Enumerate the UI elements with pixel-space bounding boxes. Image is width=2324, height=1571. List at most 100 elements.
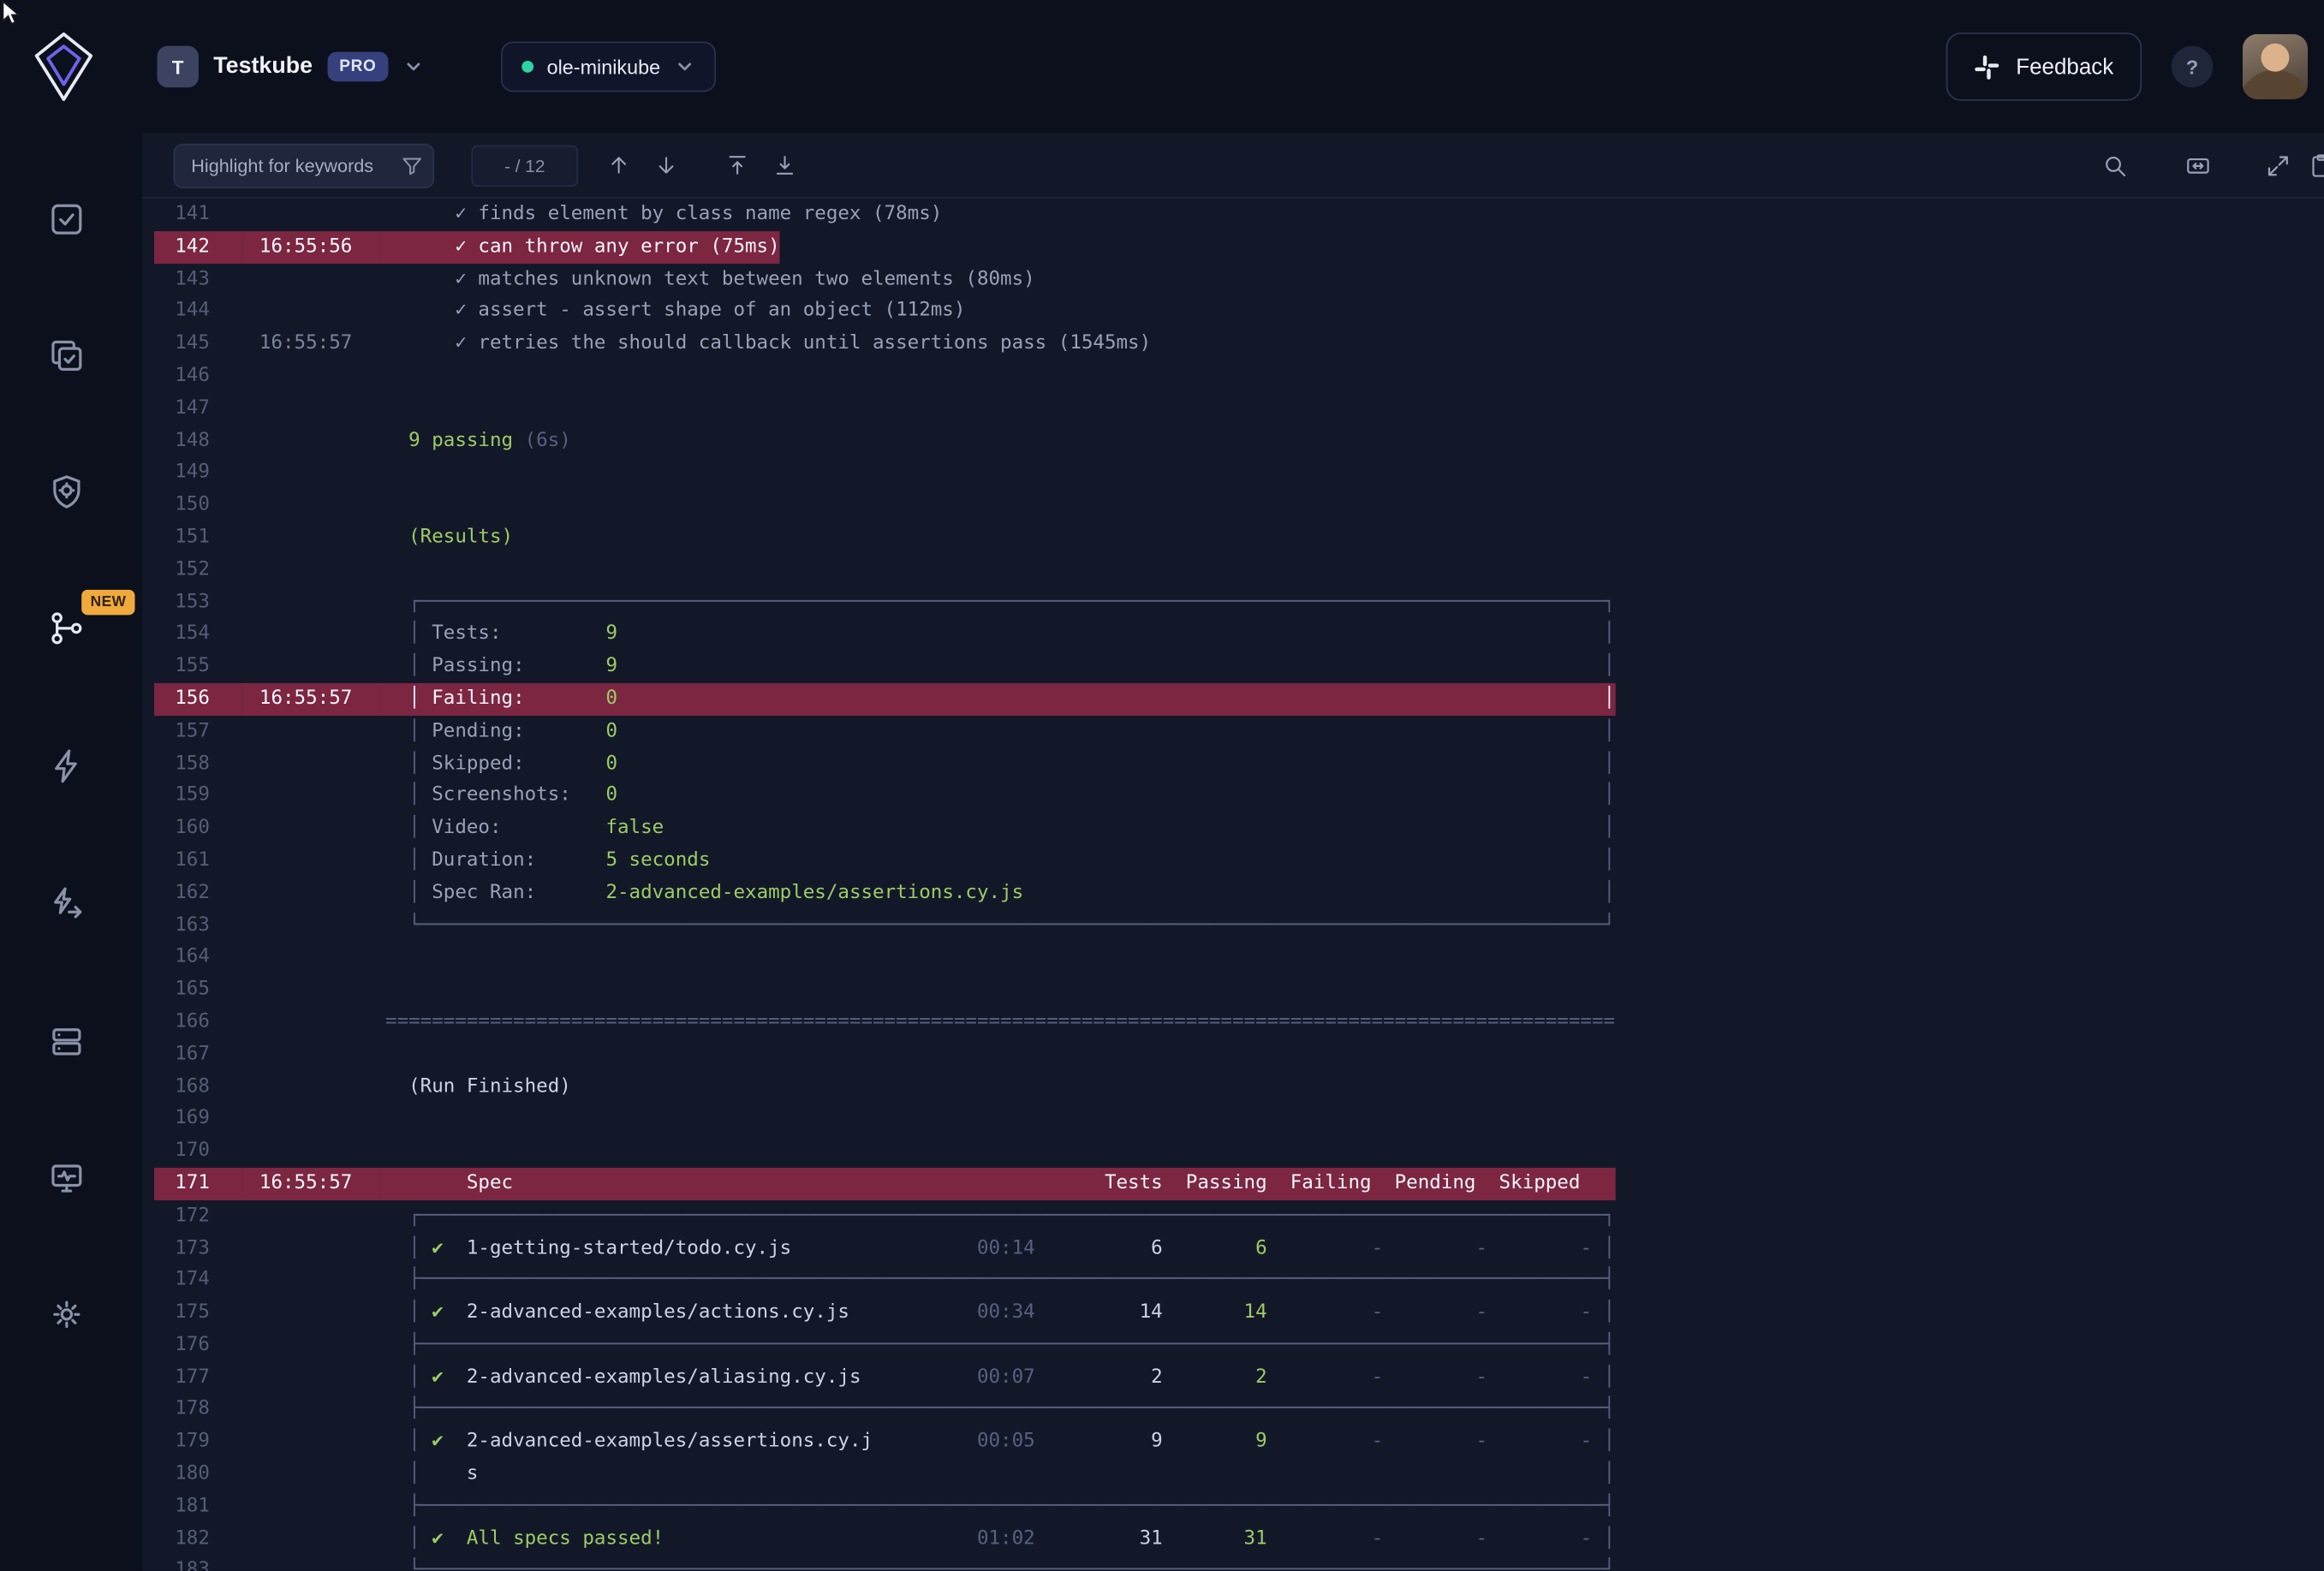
line-number[interactable]: 155 bbox=[154, 651, 243, 683]
log-line[interactable]: 14216:55:56 ✓ can throw any error (75ms) bbox=[154, 231, 2324, 264]
sidebar-item-triggers[interactable] bbox=[31, 730, 102, 801]
search-button[interactable] bbox=[2097, 148, 2133, 184]
log-line[interactable]: 179 │ ✔ 2-advanced-examples/assertions.c… bbox=[154, 1426, 2324, 1459]
fullscreen-button[interactable] bbox=[2261, 148, 2297, 184]
line-number[interactable]: 151 bbox=[154, 521, 243, 554]
line-number[interactable]: 178 bbox=[154, 1394, 243, 1426]
log-line[interactable]: 152 bbox=[154, 554, 2324, 586]
line-number[interactable]: 170 bbox=[154, 1135, 243, 1168]
line-number[interactable]: 169 bbox=[154, 1103, 243, 1135]
log-line[interactable]: 163 └───────────────────────────────────… bbox=[154, 909, 2324, 942]
line-number[interactable]: 144 bbox=[154, 295, 243, 328]
log-line[interactable]: 144 ✓ assert - assert shape of an object… bbox=[154, 295, 2324, 328]
log-line[interactable]: 158 │ Skipped: 0 │ bbox=[154, 747, 2324, 780]
line-number[interactable]: 164 bbox=[154, 942, 243, 974]
log-line[interactable]: 154 │ Tests: 9 │ bbox=[154, 618, 2324, 651]
line-number[interactable]: 175 bbox=[154, 1297, 243, 1330]
line-number[interactable]: 165 bbox=[154, 973, 243, 1006]
line-number[interactable]: 167 bbox=[154, 1038, 243, 1071]
line-number[interactable]: 173 bbox=[154, 1232, 243, 1265]
sidebar-item-analytics[interactable] bbox=[31, 1143, 102, 1214]
line-number[interactable]: 152 bbox=[154, 554, 243, 586]
log-line[interactable]: 176 ├───────────────────────────────────… bbox=[154, 1329, 2324, 1361]
line-number[interactable]: 143 bbox=[154, 263, 243, 295]
log-panel[interactable]: 141 ✓ finds element by class name regex … bbox=[142, 199, 2324, 1571]
sidebar-item-webhooks[interactable] bbox=[31, 456, 102, 527]
line-number[interactable]: 180 bbox=[154, 1458, 243, 1491]
feedback-button[interactable]: Feedback bbox=[1946, 33, 2142, 101]
log-line[interactable]: 150 bbox=[154, 489, 2324, 521]
log-line[interactable]: 170 bbox=[154, 1135, 2324, 1168]
line-number[interactable]: 159 bbox=[154, 780, 243, 812]
sidebar-item-test-suites[interactable] bbox=[31, 320, 102, 391]
line-number[interactable]: 183 bbox=[154, 1556, 243, 1571]
log-line[interactable]: 181 ├───────────────────────────────────… bbox=[154, 1491, 2324, 1523]
line-number[interactable]: 141 bbox=[154, 199, 243, 231]
log-line[interactable]: 183 └───────────────────────────────────… bbox=[154, 1556, 2324, 1571]
log-line[interactable]: 141 ✓ finds element by class name regex … bbox=[154, 199, 2324, 231]
sidebar-item-settings[interactable] bbox=[31, 1279, 102, 1350]
line-number[interactable]: 147 bbox=[154, 392, 243, 425]
line-number[interactable]: 166 bbox=[154, 1006, 243, 1038]
line-number[interactable]: 142 bbox=[154, 231, 243, 264]
log-line[interactable]: 173 │ ✔ 1-getting-started/todo.cy.js 00:… bbox=[154, 1232, 2324, 1265]
line-number[interactable]: 177 bbox=[154, 1361, 243, 1394]
fit-width-button[interactable] bbox=[2180, 148, 2216, 184]
line-number[interactable]: 181 bbox=[154, 1491, 243, 1523]
help-button[interactable]: ? bbox=[2172, 46, 2213, 87]
line-number[interactable]: 146 bbox=[154, 360, 243, 393]
log-line[interactable]: 177 │ ✔ 2-advanced-examples/aliasing.cy.… bbox=[154, 1361, 2324, 1394]
testkube-logo[interactable] bbox=[30, 28, 98, 105]
log-line[interactable]: 168 (Run Finished) bbox=[154, 1071, 2324, 1104]
log-line[interactable]: 14516:55:57 ✓ retries the should callbac… bbox=[154, 328, 2324, 360]
log-line[interactable]: 174 ├───────────────────────────────────… bbox=[154, 1265, 2324, 1297]
line-number[interactable]: 172 bbox=[154, 1200, 243, 1233]
log-line[interactable]: 161 │ Duration: 5 seconds │ bbox=[154, 845, 2324, 878]
org-switcher[interactable]: T Testkube PRO bbox=[157, 46, 423, 87]
log-line[interactable]: 172 ┌───────────────────────────────────… bbox=[154, 1200, 2324, 1233]
line-number[interactable]: 150 bbox=[154, 489, 243, 521]
log-line[interactable]: 153 ┌───────────────────────────────────… bbox=[154, 586, 2324, 619]
log-line[interactable]: 180 │ s │ bbox=[154, 1458, 2324, 1491]
line-number[interactable]: 161 bbox=[154, 845, 243, 878]
log-line[interactable]: 165 bbox=[154, 973, 2324, 1006]
line-number[interactable]: 163 bbox=[154, 909, 243, 942]
log-line[interactable]: 160 │ Video: false │ bbox=[154, 812, 2324, 845]
line-number[interactable]: 158 bbox=[154, 747, 243, 780]
line-number[interactable]: 179 bbox=[154, 1426, 243, 1459]
line-number[interactable]: 154 bbox=[154, 618, 243, 651]
line-number[interactable]: 153 bbox=[154, 586, 243, 619]
line-number[interactable]: 171 bbox=[154, 1168, 243, 1200]
scroll-to-bottom-button[interactable] bbox=[766, 147, 802, 183]
line-number[interactable]: 162 bbox=[154, 877, 243, 909]
log-line[interactable]: 148 9 passing (6s) bbox=[154, 425, 2324, 457]
line-number[interactable]: 148 bbox=[154, 425, 243, 457]
log-line[interactable]: 166=====================================… bbox=[154, 1006, 2324, 1038]
log-line[interactable]: 169 bbox=[154, 1103, 2324, 1135]
line-number[interactable]: 176 bbox=[154, 1329, 243, 1361]
log-line[interactable]: 164 bbox=[154, 942, 2324, 974]
line-number[interactable]: 145 bbox=[154, 328, 243, 360]
log-line[interactable]: 162 │ Spec Ran: 2-advanced-examples/asse… bbox=[154, 877, 2324, 909]
environment-selector[interactable]: ole-minikube bbox=[501, 41, 715, 92]
log-line[interactable]: 17116:55:57 Spec Tests Passing Failing P… bbox=[154, 1168, 2324, 1200]
log-line[interactable]: 151 (Results) bbox=[154, 521, 2324, 554]
scroll-to-top-button[interactable] bbox=[718, 147, 754, 183]
line-number[interactable]: 168 bbox=[154, 1071, 243, 1104]
line-number[interactable]: 160 bbox=[154, 812, 243, 845]
log-line[interactable]: 157 │ Pending: 0 │ bbox=[154, 716, 2324, 748]
line-number[interactable]: 149 bbox=[154, 457, 243, 490]
sidebar-item-sources[interactable] bbox=[31, 1006, 102, 1077]
line-number[interactable]: 157 bbox=[154, 716, 243, 748]
log-line[interactable]: 178 ├───────────────────────────────────… bbox=[154, 1394, 2324, 1426]
highlight-keywords-input[interactable] bbox=[174, 143, 435, 187]
user-avatar[interactable] bbox=[2243, 34, 2308, 99]
log-line[interactable]: 155 │ Passing: 9 │ bbox=[154, 651, 2324, 683]
log-line[interactable]: 175 │ ✔ 2-advanced-examples/actions.cy.j… bbox=[154, 1297, 2324, 1330]
line-number[interactable]: 174 bbox=[154, 1265, 243, 1297]
log-line[interactable]: 149 bbox=[154, 457, 2324, 490]
log-line[interactable]: 15616:55:57 │ Failing: 0 │ bbox=[154, 683, 2324, 716]
filter-icon[interactable] bbox=[400, 153, 424, 177]
next-match-button[interactable] bbox=[647, 147, 683, 183]
line-number[interactable]: 156 bbox=[154, 683, 243, 716]
